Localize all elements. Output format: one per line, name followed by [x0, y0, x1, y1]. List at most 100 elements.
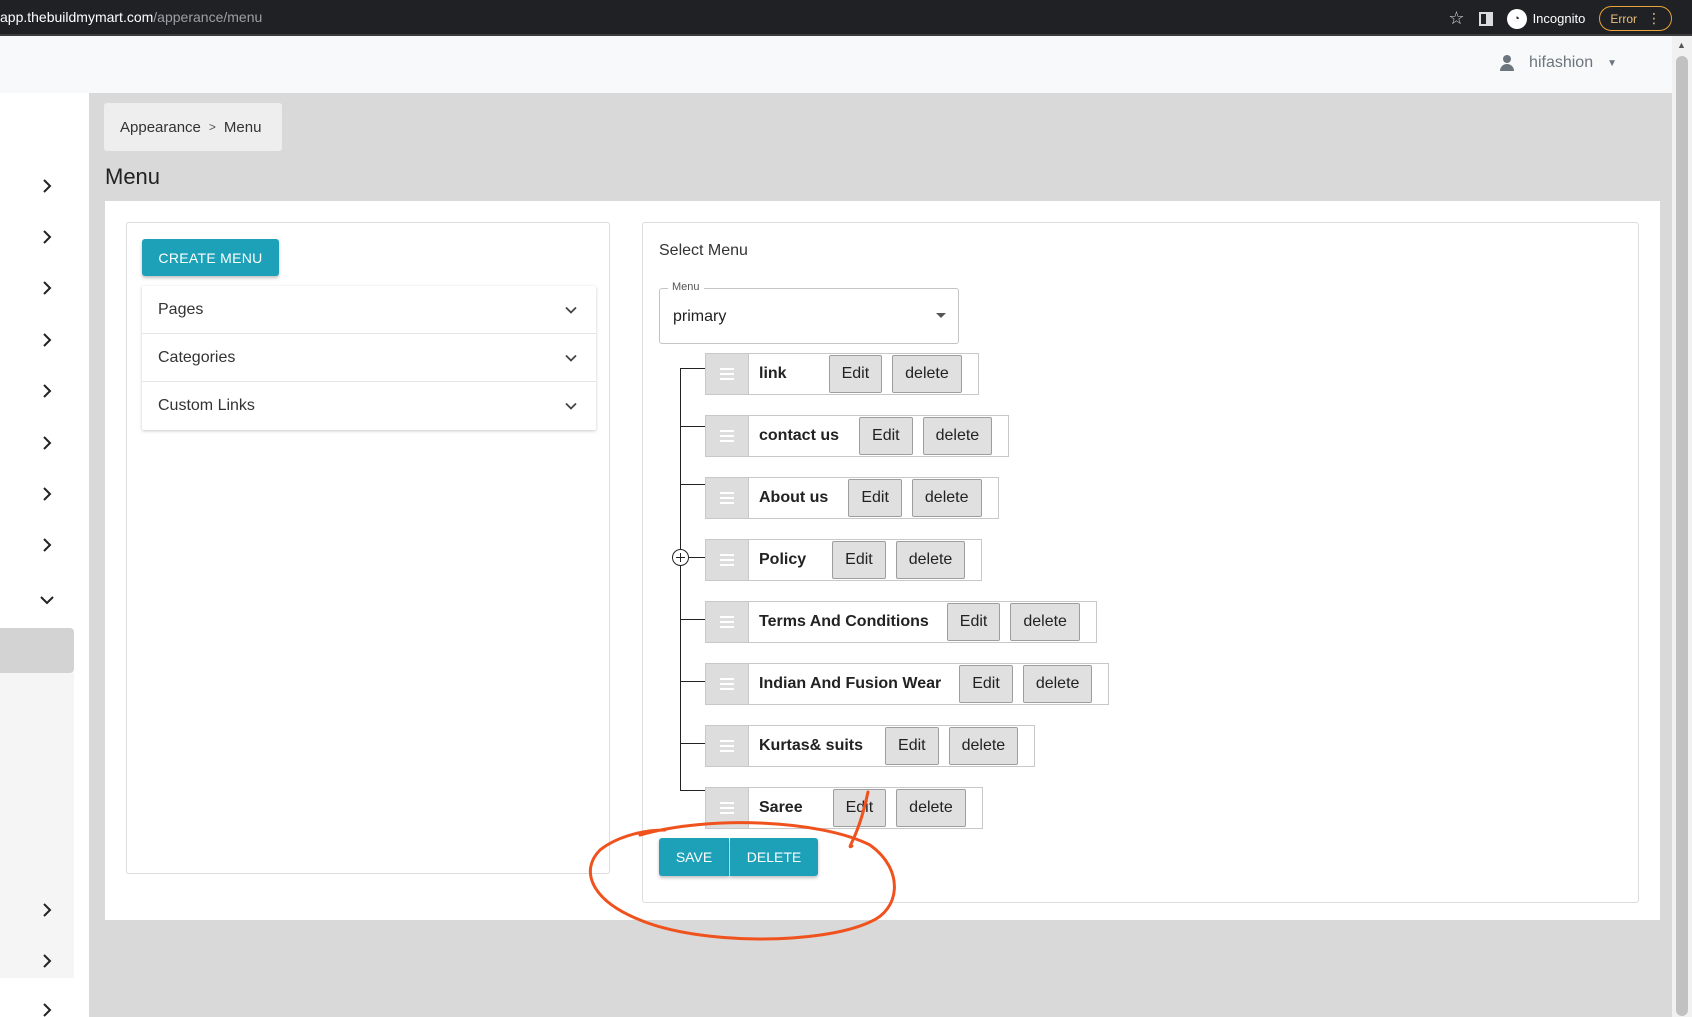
- error-label: Error: [1610, 11, 1637, 26]
- chevron-down-icon: [564, 351, 578, 365]
- tree-branch: [680, 790, 705, 791]
- drag-handle-icon: [720, 678, 734, 690]
- edit-button[interactable]: Edit: [828, 355, 883, 393]
- breadcrumb-separator: >: [208, 120, 216, 134]
- incognito-indicator[interactable]: ◔ Incognito: [1506, 8, 1585, 29]
- caret-down-icon: [936, 313, 946, 318]
- tree-branch: [680, 743, 705, 744]
- user-menu[interactable]: hifashion ▼: [1499, 54, 1617, 72]
- sidebar-item[interactable]: [0, 421, 89, 465]
- menu-item[interactable]: Terms And Conditions Edit delete: [705, 601, 1097, 643]
- tree-branch: [680, 426, 705, 427]
- drag-handle-icon: [720, 368, 734, 380]
- delete-item-button[interactable]: delete: [1010, 603, 1080, 641]
- scroll-thumb[interactable]: [1676, 56, 1688, 1016]
- edit-button[interactable]: Edit: [859, 417, 913, 455]
- drag-handle[interactable]: [706, 540, 749, 580]
- edit-button[interactable]: Edit: [959, 665, 1013, 703]
- drag-handle[interactable]: [706, 726, 749, 766]
- sidebar-item[interactable]: [0, 988, 89, 1017]
- edit-button[interactable]: Edit: [885, 727, 939, 765]
- delete-item-button[interactable]: delete: [1022, 665, 1093, 703]
- drag-handle-icon: [720, 802, 734, 814]
- browser-toolbar: app.thebuildmymart.com/apperance/menu ☆ …: [0, 0, 1692, 36]
- accordion-categories[interactable]: Categories: [142, 334, 596, 382]
- bookmark-star-icon[interactable]: ☆: [1448, 8, 1464, 29]
- menu-item-label: link: [759, 365, 787, 382]
- menu-item[interactable]: Indian And Fusion Wear Edit delete: [705, 663, 1110, 705]
- app-header: hifashion ▼: [0, 36, 1672, 93]
- menu-select-legend: Menu: [668, 281, 704, 293]
- menu-item[interactable]: Policy Edit delete: [705, 539, 983, 581]
- sidebar-item[interactable]: [0, 472, 89, 516]
- menu-item-label: Indian And Fusion Wear: [759, 675, 942, 692]
- breadcrumb-parent[interactable]: Appearance: [120, 119, 201, 136]
- accordion-pages[interactable]: Pages: [142, 286, 596, 334]
- edit-button[interactable]: Edit: [946, 603, 1001, 641]
- delete-menu-button[interactable]: DELETE: [730, 838, 818, 876]
- menu-item[interactable]: About us Edit delete: [705, 477, 999, 519]
- save-button[interactable]: SAVE: [659, 838, 729, 876]
- page-scrollbar[interactable]: ▲: [1672, 36, 1692, 1017]
- delete-item-button[interactable]: delete: [896, 789, 966, 827]
- menu-select[interactable]: Menu primary: [659, 281, 959, 344]
- sidebar-item[interactable]: [0, 215, 89, 259]
- drag-handle[interactable]: [706, 478, 749, 518]
- caret-down-icon: ▼: [1607, 57, 1617, 69]
- chevron-right-icon: [40, 1003, 54, 1017]
- main-card: CREATE MENU Pages Categories Custom Link…: [105, 201, 1660, 920]
- edit-button[interactable]: Edit: [832, 789, 887, 827]
- side-panel-icon[interactable]: [1478, 11, 1493, 26]
- delete-item-button[interactable]: delete: [895, 541, 966, 579]
- drag-handle[interactable]: [706, 788, 749, 828]
- delete-item-button[interactable]: delete: [948, 727, 1019, 765]
- drag-handle-icon: [720, 554, 734, 566]
- drag-handle-icon: [720, 740, 734, 752]
- drag-handle[interactable]: [706, 416, 749, 456]
- accordion-label: Categories: [158, 348, 236, 366]
- drag-handle[interactable]: [706, 664, 749, 704]
- chevron-down-icon: [564, 399, 578, 413]
- menu-item-label: contact us: [759, 427, 840, 444]
- chevron-right-icon: [40, 954, 54, 968]
- delete-item-button[interactable]: delete: [911, 479, 982, 517]
- menu-item-label: Terms And Conditions: [759, 613, 929, 630]
- menu-item-label: Kurtas& suits: [759, 737, 864, 754]
- tree-connector: [680, 368, 681, 790]
- sidebar-item[interactable]: [0, 523, 89, 567]
- chevron-down-icon: [564, 303, 578, 317]
- menu-item[interactable]: link Edit delete: [705, 353, 979, 395]
- delete-item-button[interactable]: delete: [892, 355, 962, 393]
- sidebar-item[interactable]: [0, 164, 89, 208]
- sidebar-item[interactable]: [0, 266, 89, 310]
- sidebar-item[interactable]: [0, 318, 89, 362]
- expand-plus-icon[interactable]: [672, 549, 689, 566]
- menu-item[interactable]: Kurtas& suits Edit delete: [705, 725, 1036, 767]
- error-button[interactable]: Error ⋮: [1599, 6, 1672, 31]
- drag-handle[interactable]: [706, 602, 749, 642]
- accordion-custom-links[interactable]: Custom Links: [142, 382, 596, 430]
- breadcrumb-current: Menu: [223, 118, 262, 136]
- drag-handle[interactable]: [706, 354, 749, 394]
- source-accordion: Pages Categories Custom Links: [142, 286, 596, 430]
- incognito-icon: ◔: [1506, 8, 1527, 29]
- create-menu-button[interactable]: CREATE MENU: [142, 239, 279, 276]
- address-bar[interactable]: app.thebuildmymart.com/apperance/menu: [0, 9, 262, 25]
- chevron-right-icon: [40, 333, 54, 347]
- scroll-up-icon[interactable]: ▲: [1677, 40, 1686, 50]
- sidebar-item[interactable]: [0, 939, 89, 983]
- edit-button[interactable]: Edit: [848, 479, 902, 517]
- menu-item[interactable]: Saree Edit delete: [705, 787, 983, 829]
- tree-branch: [680, 368, 705, 369]
- accordion-label: Custom Links: [158, 397, 255, 414]
- sidebar-item[interactable]: [0, 369, 89, 413]
- menu-select-value: primary: [673, 308, 727, 325]
- sidebar-item[interactable]: [0, 888, 89, 932]
- sidebar-submenu: [0, 673, 74, 978]
- menu-item-label: Policy: [759, 551, 807, 568]
- edit-button[interactable]: Edit: [832, 541, 886, 579]
- sidebar-item-expanded[interactable]: [0, 578, 89, 622]
- menu-item[interactable]: contact us Edit delete: [705, 415, 1010, 457]
- delete-item-button[interactable]: delete: [922, 417, 993, 455]
- sidebar-active-item[interactable]: [0, 628, 74, 673]
